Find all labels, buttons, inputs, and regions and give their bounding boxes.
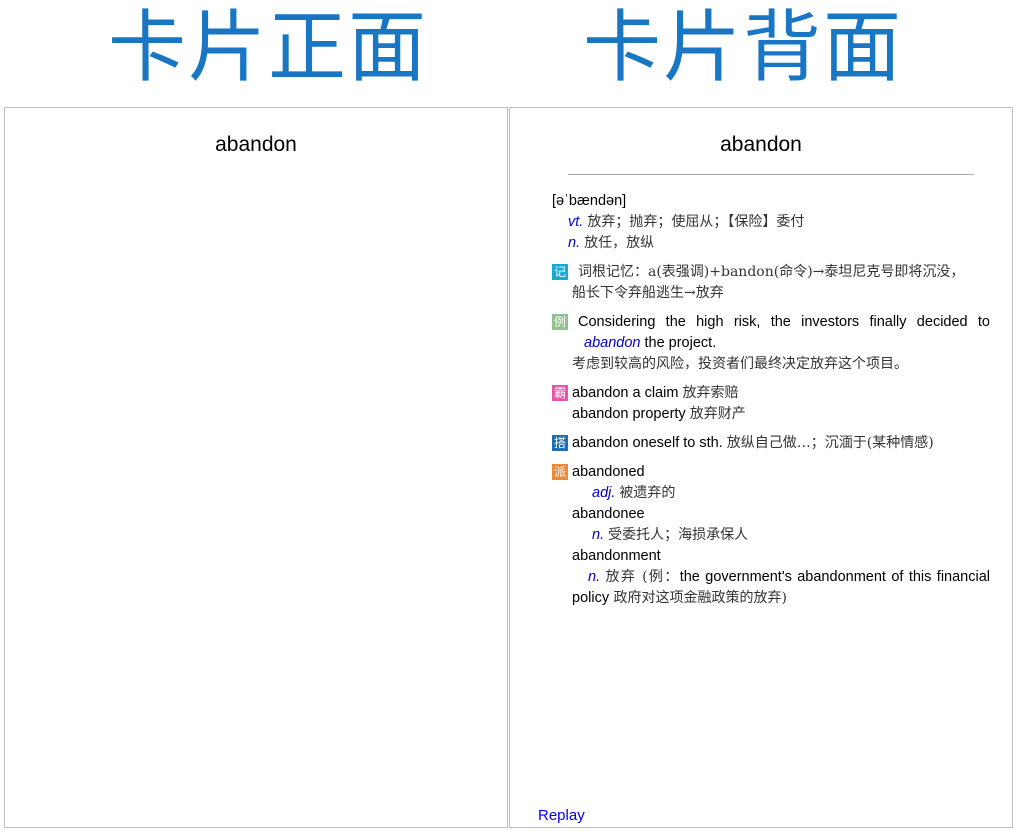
phrases-block: 霸 abandon a claim 放弃索赔 abandon property … <box>552 383 990 425</box>
front-word: abandon <box>215 133 297 156</box>
example-highlight: abandon <box>584 335 641 351</box>
example-text: the project. <box>640 335 717 351</box>
sense-meaning: 放弃；抛弃；使屈从；【保险】委付 <box>587 214 805 230</box>
memory-icon: 记 <box>552 264 568 280</box>
derivative-word: abandoned <box>572 464 645 480</box>
derivative-word: abandonee <box>572 506 645 522</box>
example-translation: 考虑到较高的风险，投资者们最终决定放弃这个项目。 <box>572 356 908 372</box>
derivative-meaning: 受委托人；海损承保人 <box>608 527 749 543</box>
sense-row: vt. 放弃；抛弃；使屈从；【保险】委付 <box>552 212 990 233</box>
memory-block: 记 词根记忆：a(表强调)+bandon(命令)→泰坦尼克号即将沉没， 船长下令… <box>552 262 990 304</box>
phrase-row: abandon property 放弃财产 <box>572 404 990 425</box>
pronunciation: [əˈbændən] <box>552 193 627 209</box>
part-of-speech: n. <box>568 235 581 251</box>
sense-row: n. 放任，放纵 <box>552 233 990 254</box>
derivative-meaning: 放弃 <box>605 569 637 585</box>
card-back-panel: abandon [əˈbændən] vt. 放弃；抛弃；使屈从；【保险】委付 … <box>509 107 1013 828</box>
definition-content: [əˈbændən] vt. 放弃；抛弃；使屈从；【保险】委付 n. 放任，放纵… <box>552 191 990 609</box>
phrases-icon: 霸 <box>552 385 568 401</box>
derivative-word: abandonment <box>572 548 661 564</box>
memory-text: 词根记忆：a(表强调)+bandon(命令)→泰坦尼克号即将沉没， <box>578 264 965 280</box>
part-of-speech: n. <box>592 527 605 543</box>
collocation-icon: 搭 <box>552 435 568 451</box>
example-block: 例 Considering the high risk, the investo… <box>552 312 990 375</box>
derivative-meaning: (例： <box>636 569 680 585</box>
collocation-zh: 放纵自己做…；沉湎于(某种情感) <box>726 435 934 451</box>
example-icon: 例 <box>552 314 568 330</box>
front-side-heading: 卡片正面 <box>108 3 429 93</box>
sense-meaning: 放任，放纵 <box>584 235 655 251</box>
back-side-heading: 卡片背面 <box>583 3 904 93</box>
replay-link[interactable]: Replay <box>538 807 585 825</box>
card-front-panel: abandon <box>4 107 508 828</box>
derivatives-block: 派 abandoned adj. 被遗弃的 abandonee n. 受委托人；… <box>552 462 990 609</box>
collocation-en: abandon oneself to sth. <box>572 435 723 451</box>
phrase-row: abandon a claim 放弃索赔 <box>572 383 990 404</box>
part-of-speech: vt. <box>568 214 584 230</box>
part-of-speech: n. <box>588 569 601 585</box>
derivative-sense: adj. 被遗弃的 <box>572 483 990 504</box>
definition-block: [əˈbændən] vt. 放弃；抛弃；使屈从；【保险】委付 n. 放任，放纵 <box>552 191 990 254</box>
collocation-row: abandon oneself to sth. 放纵自己做…；沉湎于(某种情感) <box>572 433 990 454</box>
collocation-block: 搭 abandon oneself to sth. 放纵自己做…；沉湎于(某种情… <box>552 433 990 454</box>
derivatives-icon: 派 <box>552 464 568 480</box>
derivative-meaning: 被遗弃的 <box>619 485 676 501</box>
derivative-sense: n. 放弃 (例：the government's abandonment of… <box>572 567 990 609</box>
example-sentence: Considering the high risk, the investors… <box>578 312 990 354</box>
divider <box>568 174 974 175</box>
phrase-zh: 放弃财产 <box>689 406 746 422</box>
memory-line: 词根记忆：a(表强调)+bandon(命令)→泰坦尼克号即将沉没， <box>572 262 990 283</box>
part-of-speech: adj. <box>592 485 616 501</box>
phrase-zh: 放弃索赔 <box>682 385 739 401</box>
back-word: abandon <box>720 133 802 156</box>
example-text: Considering the high risk, the investors… <box>578 314 990 330</box>
derivative-sense: n. 受委托人；海损承保人 <box>572 525 990 546</box>
phrase-en: abandon property <box>572 406 686 422</box>
memory-line: 船长下令弃船逃生→放弃 <box>572 285 724 301</box>
phrase-en: abandon a claim <box>572 385 679 401</box>
derivative-example-zh: 政府对这项金融政策的放弃) <box>609 590 787 606</box>
